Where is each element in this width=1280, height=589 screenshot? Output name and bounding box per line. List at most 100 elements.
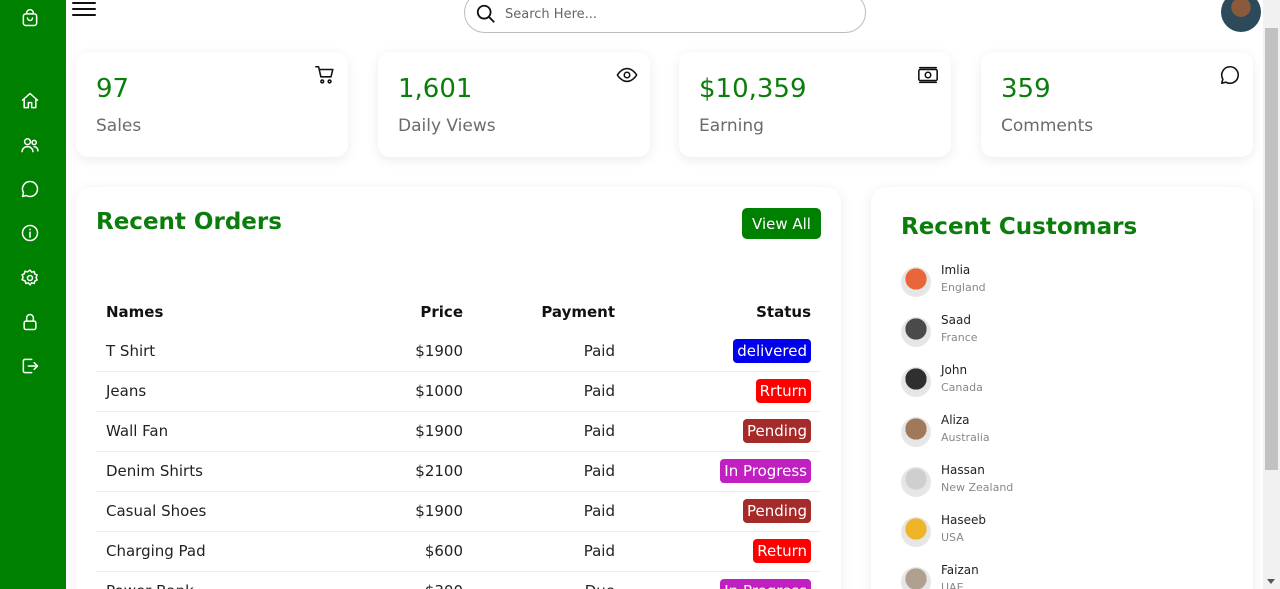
daily-views-card: 1,601 Daily Views: [378, 52, 650, 157]
order-status-cell: In Progress: [625, 571, 821, 589]
order-price: $2100: [311, 451, 473, 492]
customer-avatar: [901, 317, 931, 347]
recent-customers-panel: Recent Customars Imlia England Saad France J…: [871, 187, 1253, 589]
table-row[interactable]: Casual Shoes $1900 Paid Pending: [96, 491, 821, 532]
table-row[interactable]: Denim Shirts $2100 Paid In Progress: [96, 451, 821, 492]
customer-name: Haseeb: [941, 513, 987, 527]
card-value: 359: [1001, 74, 1051, 104]
chat-icon: [1219, 64, 1241, 86]
customer-country: France: [941, 331, 978, 344]
customer-name: Faizan: [941, 563, 979, 577]
order-price: $1900: [311, 491, 473, 532]
customer-country: New Zealand: [941, 481, 1014, 494]
sidebar: [0, 0, 66, 589]
column-header-status: Status: [756, 303, 811, 321]
recent-orders-title: Recent Orders: [96, 209, 282, 235]
customer-name: Imlia: [941, 263, 971, 277]
order-status-cell: delivered: [625, 331, 821, 372]
earning-card: $10,359 Earning: [679, 52, 951, 157]
shopping-bag-icon[interactable]: [18, 6, 42, 30]
status-badge: delivered: [733, 338, 811, 363]
scrollbar-thumb[interactable]: [1265, 28, 1278, 470]
cart-icon: [314, 64, 336, 86]
scroll-down-arrow[interactable]: [1267, 579, 1275, 584]
search-icon[interactable]: [475, 3, 497, 25]
recent-orders-panel: Recent Orders View All Names Price Payme…: [76, 187, 841, 589]
customer-item[interactable]: Aliza Australia: [901, 413, 1221, 453]
order-payment: Paid: [473, 531, 625, 572]
table-row[interactable]: T Shirt $1900 Paid delivered: [96, 331, 821, 372]
scrollbar[interactable]: [1263, 0, 1280, 589]
customer-avatar: [901, 267, 931, 297]
card-label: Comments: [1001, 116, 1094, 136]
customer-name: John: [941, 363, 968, 377]
users-icon[interactable]: [18, 133, 42, 157]
order-payment: Due: [473, 571, 625, 589]
order-name: Casual Shoes: [96, 491, 311, 532]
card-label: Sales: [96, 116, 142, 136]
menu-toggle-icon[interactable]: [72, 0, 98, 20]
customer-country: Canada: [941, 381, 983, 394]
order-payment: Paid: [473, 491, 625, 532]
customer-avatar: [901, 467, 931, 497]
order-name: Jeans: [96, 371, 311, 412]
order-status-cell: Rrturn: [625, 371, 821, 412]
table-row[interactable]: Power Bank$300Due In Progress: [96, 571, 821, 589]
customer-country: Australia: [941, 431, 990, 444]
search-input[interactable]: [505, 3, 845, 25]
order-name: Charging Pad: [96, 531, 311, 572]
customer-item[interactable]: Faizan UAE: [901, 563, 1221, 589]
status-badge: Pending: [743, 419, 811, 443]
order-status-cell: Pending: [625, 411, 821, 452]
settings-icon[interactable]: [18, 266, 42, 290]
status-badge: Pending: [743, 499, 811, 523]
view-all-button[interactable]: View All: [742, 208, 821, 239]
chat-icon[interactable]: [18, 177, 42, 201]
customer-name: Aliza: [941, 413, 970, 427]
card-value: $10,359: [699, 74, 807, 104]
home-icon[interactable]: [18, 89, 42, 113]
column-header-payment: Payment: [541, 303, 615, 321]
order-price: $1000: [311, 371, 473, 412]
search-bar: [464, 0, 866, 33]
eye-icon: [616, 64, 638, 86]
table-row[interactable]: Wall Fan $1900 Paid Pending: [96, 411, 821, 452]
customer-name: Saad: [941, 313, 971, 327]
customer-item[interactable]: Hassan New Zealand: [901, 463, 1221, 503]
order-payment: Paid: [473, 451, 625, 492]
logout-icon[interactable]: [18, 354, 42, 378]
customer-avatar: [901, 567, 931, 589]
column-header-price: Price: [420, 303, 463, 321]
order-payment: Paid: [473, 331, 625, 372]
customer-item[interactable]: Imlia England: [901, 263, 1221, 303]
status-badge: Rrturn: [755, 379, 811, 403]
customer-item[interactable]: John Canada: [901, 363, 1221, 403]
order-status-cell: In Progress: [625, 451, 821, 492]
customer-avatar: [901, 417, 931, 447]
table-row[interactable]: Charging Pad $600 Paid Return: [96, 531, 821, 572]
order-price: $600: [311, 531, 473, 572]
info-icon[interactable]: [18, 221, 42, 245]
order-status-cell: Pending: [625, 491, 821, 532]
order-price: $1900: [311, 331, 473, 372]
orders-table: Names Price Payment Status T Shirt $1900 P…: [96, 293, 821, 589]
customer-country: USA: [941, 531, 964, 544]
customer-item[interactable]: Haseeb USA: [901, 513, 1221, 553]
sales-card: 97 Sales: [76, 52, 348, 157]
table-header-row: Names Price Payment Status: [96, 293, 821, 331]
status-badge: In Progress: [720, 459, 811, 483]
order-price: $300: [311, 571, 473, 589]
card-value: 97: [96, 74, 130, 104]
card-label: Earning: [699, 116, 764, 136]
order-price: $1900: [311, 411, 473, 452]
customer-avatar: [901, 367, 931, 397]
lock-icon[interactable]: [18, 310, 42, 334]
order-name: Power Bank: [96, 571, 311, 589]
user-avatar[interactable]: [1221, 0, 1261, 32]
table-row[interactable]: Jeans $1000 Paid Rrturn: [96, 371, 821, 412]
customer-item[interactable]: Saad France: [901, 313, 1221, 353]
customer-avatar: [901, 517, 931, 547]
money-icon: [917, 64, 939, 86]
comments-card: 359 Comments: [981, 52, 1253, 157]
customer-country: England: [941, 281, 986, 294]
